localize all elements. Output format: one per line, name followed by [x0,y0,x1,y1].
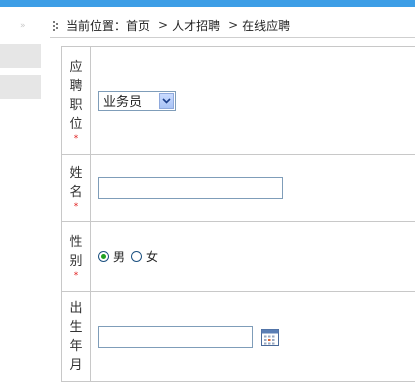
label-char: 月 [62,356,90,375]
breadcrumb-prefix: 当前位置： [66,17,126,34]
required-mark: * [62,202,90,212]
label-char: 职 [62,96,90,115]
breadcrumb-current: 在线应聘 [242,17,290,34]
gender-field-cell: 男 女 [91,222,415,292]
collapse-arrow-icon[interactable]: » [20,21,25,31]
birth-field-cell [91,292,415,382]
label-char: 位 [62,115,90,134]
position-field-cell: 业务员 [91,47,415,155]
required-mark: * [62,271,90,281]
label-char: 别 [62,252,90,271]
label-char: 年 [62,337,90,356]
position-label: 应 聘 职 位 * [62,47,91,155]
label-char: 性 [62,233,90,252]
required-mark: * [62,134,90,144]
sidebar-item-2[interactable] [0,75,41,99]
label-char: 应 [62,58,90,77]
name-input[interactable] [98,177,283,199]
gender-label: 性 别 * [62,222,91,292]
label-char: 聘 [62,77,90,96]
left-sidebar: » [0,7,41,377]
gender-female-radio[interactable] [131,251,142,262]
calendar-icon[interactable] [260,327,280,347]
label-char: 名 [62,183,90,202]
breadcrumb-home-link[interactable]: 首页 [126,17,150,34]
application-form: 应 聘 职 位 * 业务员 姓 名 * 性 别 [61,46,415,382]
gender-male-radio[interactable] [98,251,109,262]
breadcrumb-separator: > [228,18,238,32]
sidebar-item-1[interactable] [0,44,41,68]
name-label: 姓 名 * [62,155,91,222]
label-char: 姓 [62,164,90,183]
gender-radio-group: 男 女 [98,248,415,265]
form-row-birth: 出 生 年 月 [62,292,415,382]
breadcrumb-recruit-link[interactable]: 人才招聘 [172,17,220,34]
birth-label: 出 生 年 月 [62,292,91,382]
gender-female-label[interactable]: 女 [146,248,158,265]
breadcrumb-divider [50,37,415,38]
form-row-name: 姓 名 * [62,155,415,222]
form-row-position: 应 聘 职 位 * 业务员 [62,47,415,155]
birth-date-input[interactable] [98,326,253,348]
gender-male-label[interactable]: 男 [113,248,125,265]
name-field-cell [91,155,415,222]
breadcrumb-separator: > [158,18,168,32]
position-select[interactable]: 业务员 [98,91,176,111]
label-char: 出 [62,299,90,318]
breadcrumb-dots-icon [53,21,60,30]
chevron-down-icon[interactable] [159,93,174,109]
position-select-value: 业务员 [99,91,159,110]
form-row-gender: 性 别 * 男 女 [62,222,415,292]
label-char: 生 [62,318,90,337]
breadcrumb: 当前位置： 首页 > 人才招聘 > 在线应聘 [53,15,290,35]
top-banner-strip [0,0,415,7]
